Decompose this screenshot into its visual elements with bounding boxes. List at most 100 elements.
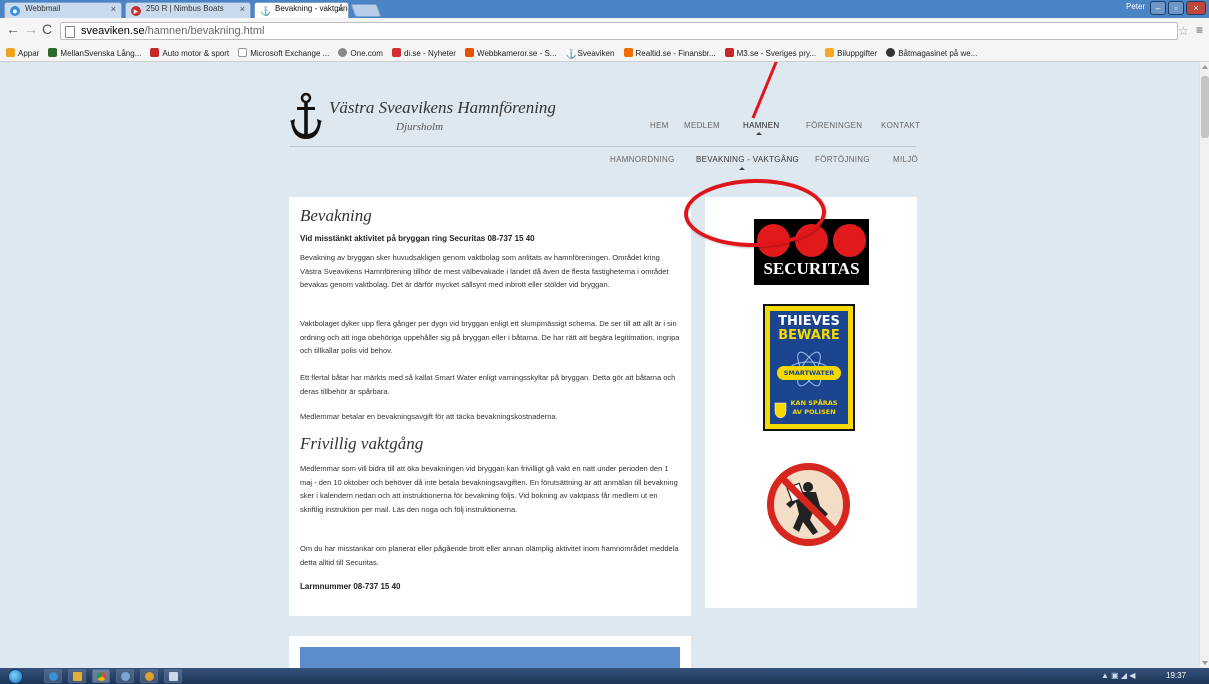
heading-bevakning: Bevakning	[300, 206, 372, 225]
smartwater-poster[interactable]: THIEVES BEWARE SMARTWATER KAN SPÅRAS AV …	[763, 304, 855, 431]
bookmark-label: Biluppgifter	[837, 49, 878, 58]
nav-divider	[289, 146, 916, 147]
page-viewport: Västra Sveavikens Hamnförening Djursholm…	[0, 62, 1199, 668]
new-tab-button[interactable]	[350, 4, 382, 17]
boat-icon	[886, 48, 896, 57]
back-button[interactable]: ←	[6, 22, 20, 36]
media-icon[interactable]	[116, 669, 134, 683]
tab-label: 250 R | Nimbus Boats	[146, 4, 224, 13]
paragraph: Medlemmar betalar en bevakningsavgift fö…	[300, 412, 558, 421]
biluppgifter-icon	[825, 48, 835, 57]
url-input[interactable]: sveaviken.se/hamnen/bevakning.html	[60, 22, 1178, 40]
nav-kontakt[interactable]: KONTAKT	[881, 121, 920, 130]
bookmark-onecom[interactable]: One.com	[338, 46, 383, 61]
heading-frivillig: Frivillig vaktgång	[300, 434, 424, 453]
chrome-glyph	[97, 672, 106, 681]
scroll-down-icon[interactable]	[1202, 661, 1208, 665]
chrome-icon[interactable]	[92, 669, 110, 683]
bookmark-label: Båtmagasinet på we...	[898, 49, 978, 58]
close-icon[interactable]: ×	[338, 4, 343, 14]
tab-strip: ● Webbmail × ▸ 250 R | Nimbus Boats × ⚓ …	[0, 0, 1209, 18]
webcam-icon	[465, 48, 475, 57]
bookmark-star-icon[interactable]: ☆	[1178, 24, 1189, 38]
page-icon	[238, 48, 248, 57]
bookmark-label: Realtid.se - Finansbr...	[635, 49, 716, 58]
bookmark-label: Appar	[18, 49, 40, 58]
bookmark-sveaviken[interactable]: ⚓Sveaviken	[565, 46, 614, 61]
bookmark-exchange[interactable]: Microsoft Exchange ...	[238, 46, 329, 61]
clock[interactable]: 19:37	[1166, 671, 1186, 680]
larm-number: Larmnummer 08-737 15 40	[300, 582, 401, 591]
tab-bevakning[interactable]: ⚓ Bevakning - vaktgång ×	[254, 2, 349, 18]
folder-glyph	[73, 672, 82, 681]
close-icon[interactable]: ×	[240, 4, 245, 14]
subnav-miljo[interactable]: MILJÖ	[893, 155, 918, 164]
bookmark-di[interactable]: di.se - Nyheter	[391, 46, 456, 61]
bookmark-mellansvenska[interactable]: MellanSvenska Lång...	[48, 46, 142, 61]
paragraph: Vaktbolaget dyker upp flera gånger per d…	[300, 319, 680, 355]
nav-foreningen[interactable]: FÖRENINGEN	[806, 121, 862, 130]
nav-medlem[interactable]: MEDLEM	[684, 121, 720, 130]
di-icon	[391, 48, 401, 57]
bookmark-label: M3.se - Sveriges pry...	[736, 49, 817, 58]
ie-icon[interactable]	[44, 669, 62, 683]
profile-name[interactable]: Peter	[1126, 2, 1145, 11]
bookmark-batmagasinet[interactable]: Båtmagasinet på we...	[886, 46, 978, 61]
maximize-button[interactable]: ▫	[1168, 1, 1184, 15]
calendar-box	[289, 636, 691, 668]
menu-icon[interactable]: ≡	[1196, 23, 1203, 37]
poster-body: THIEVES BEWARE SMARTWATER KAN SPÅRAS AV …	[770, 311, 848, 424]
tab-webbmail[interactable]: ● Webbmail ×	[4, 2, 122, 18]
bookmark-m3[interactable]: M3.se - Sveriges pry...	[724, 46, 817, 61]
minimize-button[interactable]: –	[1150, 1, 1166, 15]
sm-icon	[48, 48, 58, 57]
bookmark-realtid[interactable]: Realtid.se - Finansbr...	[623, 46, 716, 61]
window-icon[interactable]	[164, 669, 182, 683]
tab-nimbus[interactable]: ▸ 250 R | Nimbus Boats ×	[125, 2, 251, 18]
url-path: /hamnen/bevakning.html	[144, 25, 265, 37]
taskbar: ▲ ▣ ◢ ◀ 19:37	[0, 668, 1209, 684]
site-subtitle: Djursholm	[396, 121, 444, 133]
apps-grid-icon	[6, 48, 15, 57]
bookmark-label: MellanSvenska Lång...	[60, 49, 142, 58]
close-icon[interactable]: ×	[111, 4, 116, 14]
window-close-button[interactable]: ×	[1186, 1, 1206, 15]
anchor-icon: ⚓	[565, 49, 577, 59]
paragraph: Medlemmar som vill bidra till att öka be…	[300, 464, 678, 514]
poster-line-thieves: THIEVES	[778, 314, 840, 329]
bookmarks-bar: Appar MellanSvenska Lång... Auto motor &…	[0, 46, 1209, 62]
no-thief-sign-icon[interactable]	[766, 462, 851, 547]
subnav-hamnordning[interactable]: HAMNORDNING	[610, 155, 675, 164]
bookmark-auto-motor[interactable]: Auto motor & sport	[150, 46, 229, 61]
calendar-header[interactable]	[300, 647, 680, 668]
scroll-up-icon[interactable]	[1202, 65, 1208, 69]
annotation-arrow-icon	[751, 62, 778, 119]
main-content: Bevakning Vid misstänkt aktivitet på bry…	[289, 197, 691, 616]
securitas-text: SECURITAS	[763, 259, 860, 278]
m3-icon	[724, 48, 734, 57]
page-icon	[65, 26, 75, 38]
scrollbar-thumb[interactable]	[1201, 76, 1209, 138]
start-button[interactable]	[8, 669, 23, 684]
forward-button[interactable]: →	[24, 22, 38, 36]
paragraph: Bevakning av bryggan sker huvudsakligen …	[300, 253, 669, 289]
sidebar: SECURITAS THIEVES BEWARE SMARTWATER KAN …	[705, 197, 917, 608]
site-title[interactable]: Västra Sveavikens Hamnförening	[329, 98, 556, 118]
bookmark-webbkameror[interactable]: Webbkameror.se - S...	[465, 46, 556, 61]
alert-text: Vid misstänkt aktivitet på bryggan ring …	[300, 234, 535, 243]
poster-line-kan-sparas: KAN SPÅRAS	[790, 399, 838, 407]
subnav-fortojning[interactable]: FÖRTÖJNING	[815, 155, 870, 164]
bookmark-apps[interactable]: Appar	[6, 46, 40, 61]
tray-icons[interactable]: ▲ ▣ ◢ ◀	[1101, 671, 1135, 680]
nimbus-icon: ▸	[131, 6, 141, 16]
url-text: sveaviken.se/hamnen/bevakning.html	[81, 25, 264, 37]
bookmark-label: di.se - Nyheter	[403, 49, 456, 58]
nav-hem[interactable]: HEM	[650, 121, 669, 130]
onecom-icon	[338, 48, 348, 57]
reload-button[interactable]: C	[42, 22, 52, 36]
anchor-logo-icon[interactable]	[289, 92, 323, 144]
outlook-icon[interactable]	[140, 669, 158, 683]
bookmark-biluppgifter[interactable]: Biluppgifter	[825, 46, 878, 61]
explorer-icon[interactable]	[68, 669, 86, 683]
page-scrollbar[interactable]	[1199, 62, 1209, 668]
